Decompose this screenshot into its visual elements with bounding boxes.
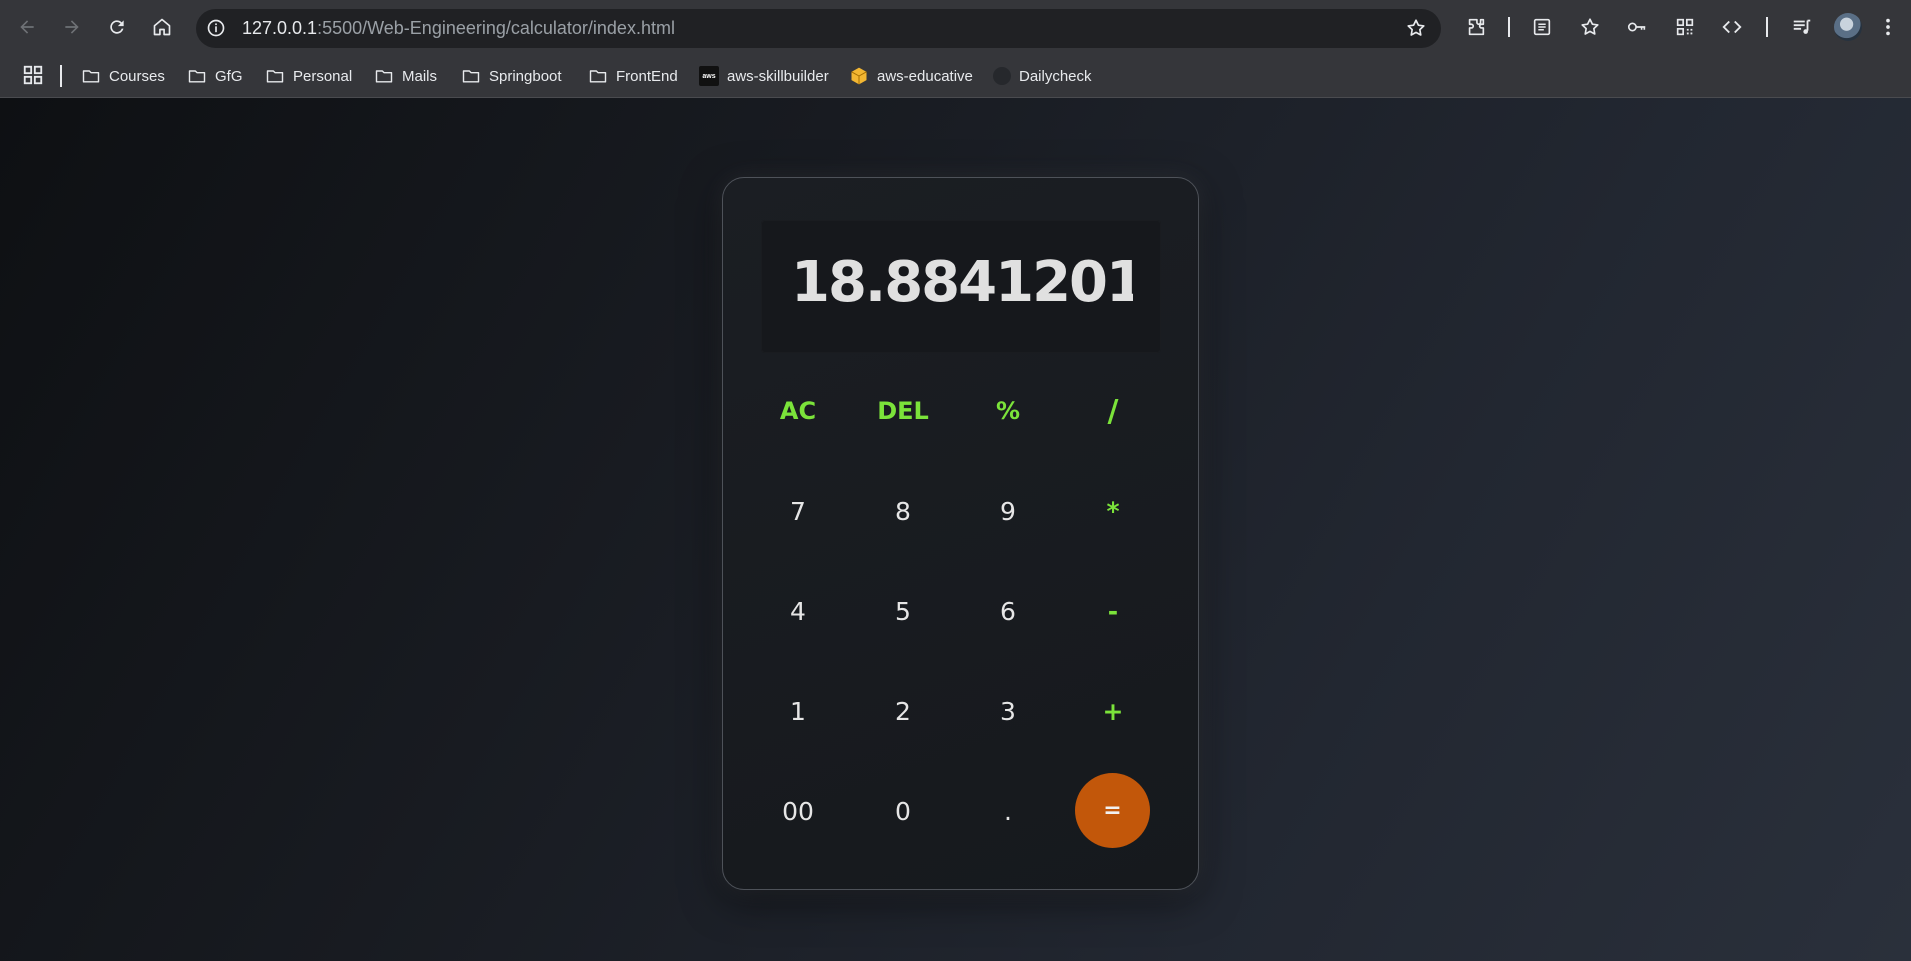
- bookmarks-bar: Courses GfG Personal Mails Springboot Fr…: [0, 55, 1911, 98]
- bookmark-frontend[interactable]: FrontEnd: [588, 65, 678, 87]
- code-brackets-icon: [1722, 20, 1742, 34]
- reload-icon: [110, 20, 124, 34]
- calculator: 18.88412017167 AC DEL % / 7 8 9 * 4 5 6 …: [722, 177, 1199, 890]
- back-button[interactable]: [10, 10, 44, 44]
- url-host: 127.0.0.1: [242, 18, 318, 38]
- reload-button[interactable]: [100, 10, 134, 44]
- qr-code-button[interactable]: [1671, 13, 1699, 41]
- bookmark-aws-educative[interactable]: aws-educative: [849, 65, 973, 87]
- extensions-button[interactable]: [1462, 13, 1490, 41]
- bookmark-label: Springboot: [489, 67, 562, 85]
- browser-toolbar: 127.0.0.1:5500/Web-Engineering/calculato…: [0, 0, 1911, 55]
- percent-button[interactable]: %: [968, 371, 1048, 451]
- delete-button[interactable]: DEL: [863, 371, 943, 451]
- bookmark-courses[interactable]: Courses: [81, 65, 165, 87]
- display-clip: 18.88412017167: [761, 220, 1133, 353]
- key-icon: [1627, 22, 1646, 32]
- bookmark-star-icon[interactable]: [1405, 17, 1427, 39]
- bookmark-personal[interactable]: Personal: [265, 65, 352, 87]
- puzzle-icon: [1468, 18, 1485, 36]
- digit-2-button[interactable]: 2: [863, 671, 943, 751]
- qr-code-icon: [1676, 18, 1694, 36]
- passwords-button[interactable]: [1623, 13, 1651, 41]
- forward-button[interactable]: [55, 10, 89, 44]
- bookmark-label: aws-skillbuilder: [727, 67, 829, 85]
- bookmark-mails[interactable]: Mails: [374, 65, 437, 87]
- playlist-icon: [1793, 19, 1811, 34]
- bookmark-springboot[interactable]: Springboot: [461, 65, 562, 87]
- subtract-button[interactable]: -: [1073, 571, 1153, 651]
- folder-icon: [82, 70, 100, 83]
- bookmark-dailycheck[interactable]: Dailycheck: [993, 65, 1092, 87]
- folder-icon: [188, 70, 206, 83]
- toolbar-divider: [1766, 17, 1768, 37]
- folder-icon: [375, 70, 393, 83]
- address-bar[interactable]: 127.0.0.1:5500/Web-Engineering/calculato…: [196, 9, 1441, 48]
- aws-icon: aws: [699, 66, 719, 86]
- circle-icon: [993, 67, 1011, 85]
- site-info-icon[interactable]: [204, 16, 228, 40]
- digit-3-button[interactable]: 3: [968, 671, 1048, 751]
- bookmark-gfg[interactable]: GfG: [187, 65, 243, 87]
- reading-list-icon: [1533, 18, 1551, 36]
- forward-arrow-icon: [65, 20, 79, 34]
- apps-grid-icon[interactable]: [22, 64, 44, 86]
- double-zero-button[interactable]: 00: [758, 771, 838, 851]
- bookmark-label: Mails: [402, 67, 438, 85]
- bookmark-label: GfG: [215, 67, 243, 85]
- star-list-icon: [1581, 18, 1599, 35]
- digit-1-button[interactable]: 1: [758, 671, 838, 751]
- clear-all-button[interactable]: AC: [758, 371, 838, 451]
- favorites-button[interactable]: [1576, 13, 1604, 41]
- decimal-button[interactable]: .: [968, 771, 1048, 851]
- add-button[interactable]: +: [1073, 671, 1153, 751]
- digit-8-button[interactable]: 8: [863, 471, 943, 551]
- bookmark-label: Courses: [109, 67, 165, 85]
- page-content: 18.88412017167 AC DEL % / 7 8 9 * 4 5 6 …: [0, 98, 1911, 961]
- folder-icon: [589, 70, 607, 83]
- back-arrow-icon: [20, 20, 34, 34]
- url-path: :5500/Web-Engineering/calculator/index.h…: [317, 18, 675, 38]
- digit-4-button[interactable]: 4: [758, 571, 838, 651]
- folder-icon: [462, 70, 480, 83]
- digit-7-button[interactable]: 7: [758, 471, 838, 551]
- folder-icon: [266, 70, 284, 83]
- digit-5-button[interactable]: 5: [863, 571, 943, 651]
- home-button[interactable]: [145, 10, 179, 44]
- toolbar-divider: [1508, 17, 1510, 37]
- equals-button[interactable]: =: [1075, 773, 1150, 848]
- kebab-menu-icon: [1886, 18, 1890, 36]
- digit-0-button[interactable]: 0: [863, 771, 943, 851]
- menu-button[interactable]: [1874, 13, 1902, 41]
- reading-list-button[interactable]: [1528, 13, 1556, 41]
- calculator-display: 18.88412017167: [761, 220, 1161, 353]
- bookmarks-divider: [60, 65, 62, 87]
- devtools-button[interactable]: [1718, 13, 1746, 41]
- bookmark-label: Personal: [293, 67, 353, 85]
- home-icon: [153, 18, 171, 36]
- package-icon: [851, 67, 867, 85]
- media-control-button[interactable]: [1788, 13, 1816, 41]
- bookmark-aws-skillbuilder[interactable]: aws aws-skillbuilder: [699, 65, 829, 87]
- digit-9-button[interactable]: 9: [968, 471, 1048, 551]
- url-text[interactable]: 127.0.0.1:5500/Web-Engineering/calculato…: [242, 18, 675, 39]
- profile-avatar[interactable]: [1834, 13, 1862, 41]
- bookmark-label: FrontEnd: [616, 67, 678, 85]
- bookmark-label: Dailycheck: [1019, 67, 1092, 85]
- divide-button[interactable]: /: [1073, 371, 1153, 451]
- multiply-button[interactable]: *: [1073, 471, 1153, 551]
- display-value: 18.88412017167: [791, 250, 1133, 315]
- digit-6-button[interactable]: 6: [968, 571, 1048, 651]
- bookmark-label: aws-educative: [877, 67, 973, 85]
